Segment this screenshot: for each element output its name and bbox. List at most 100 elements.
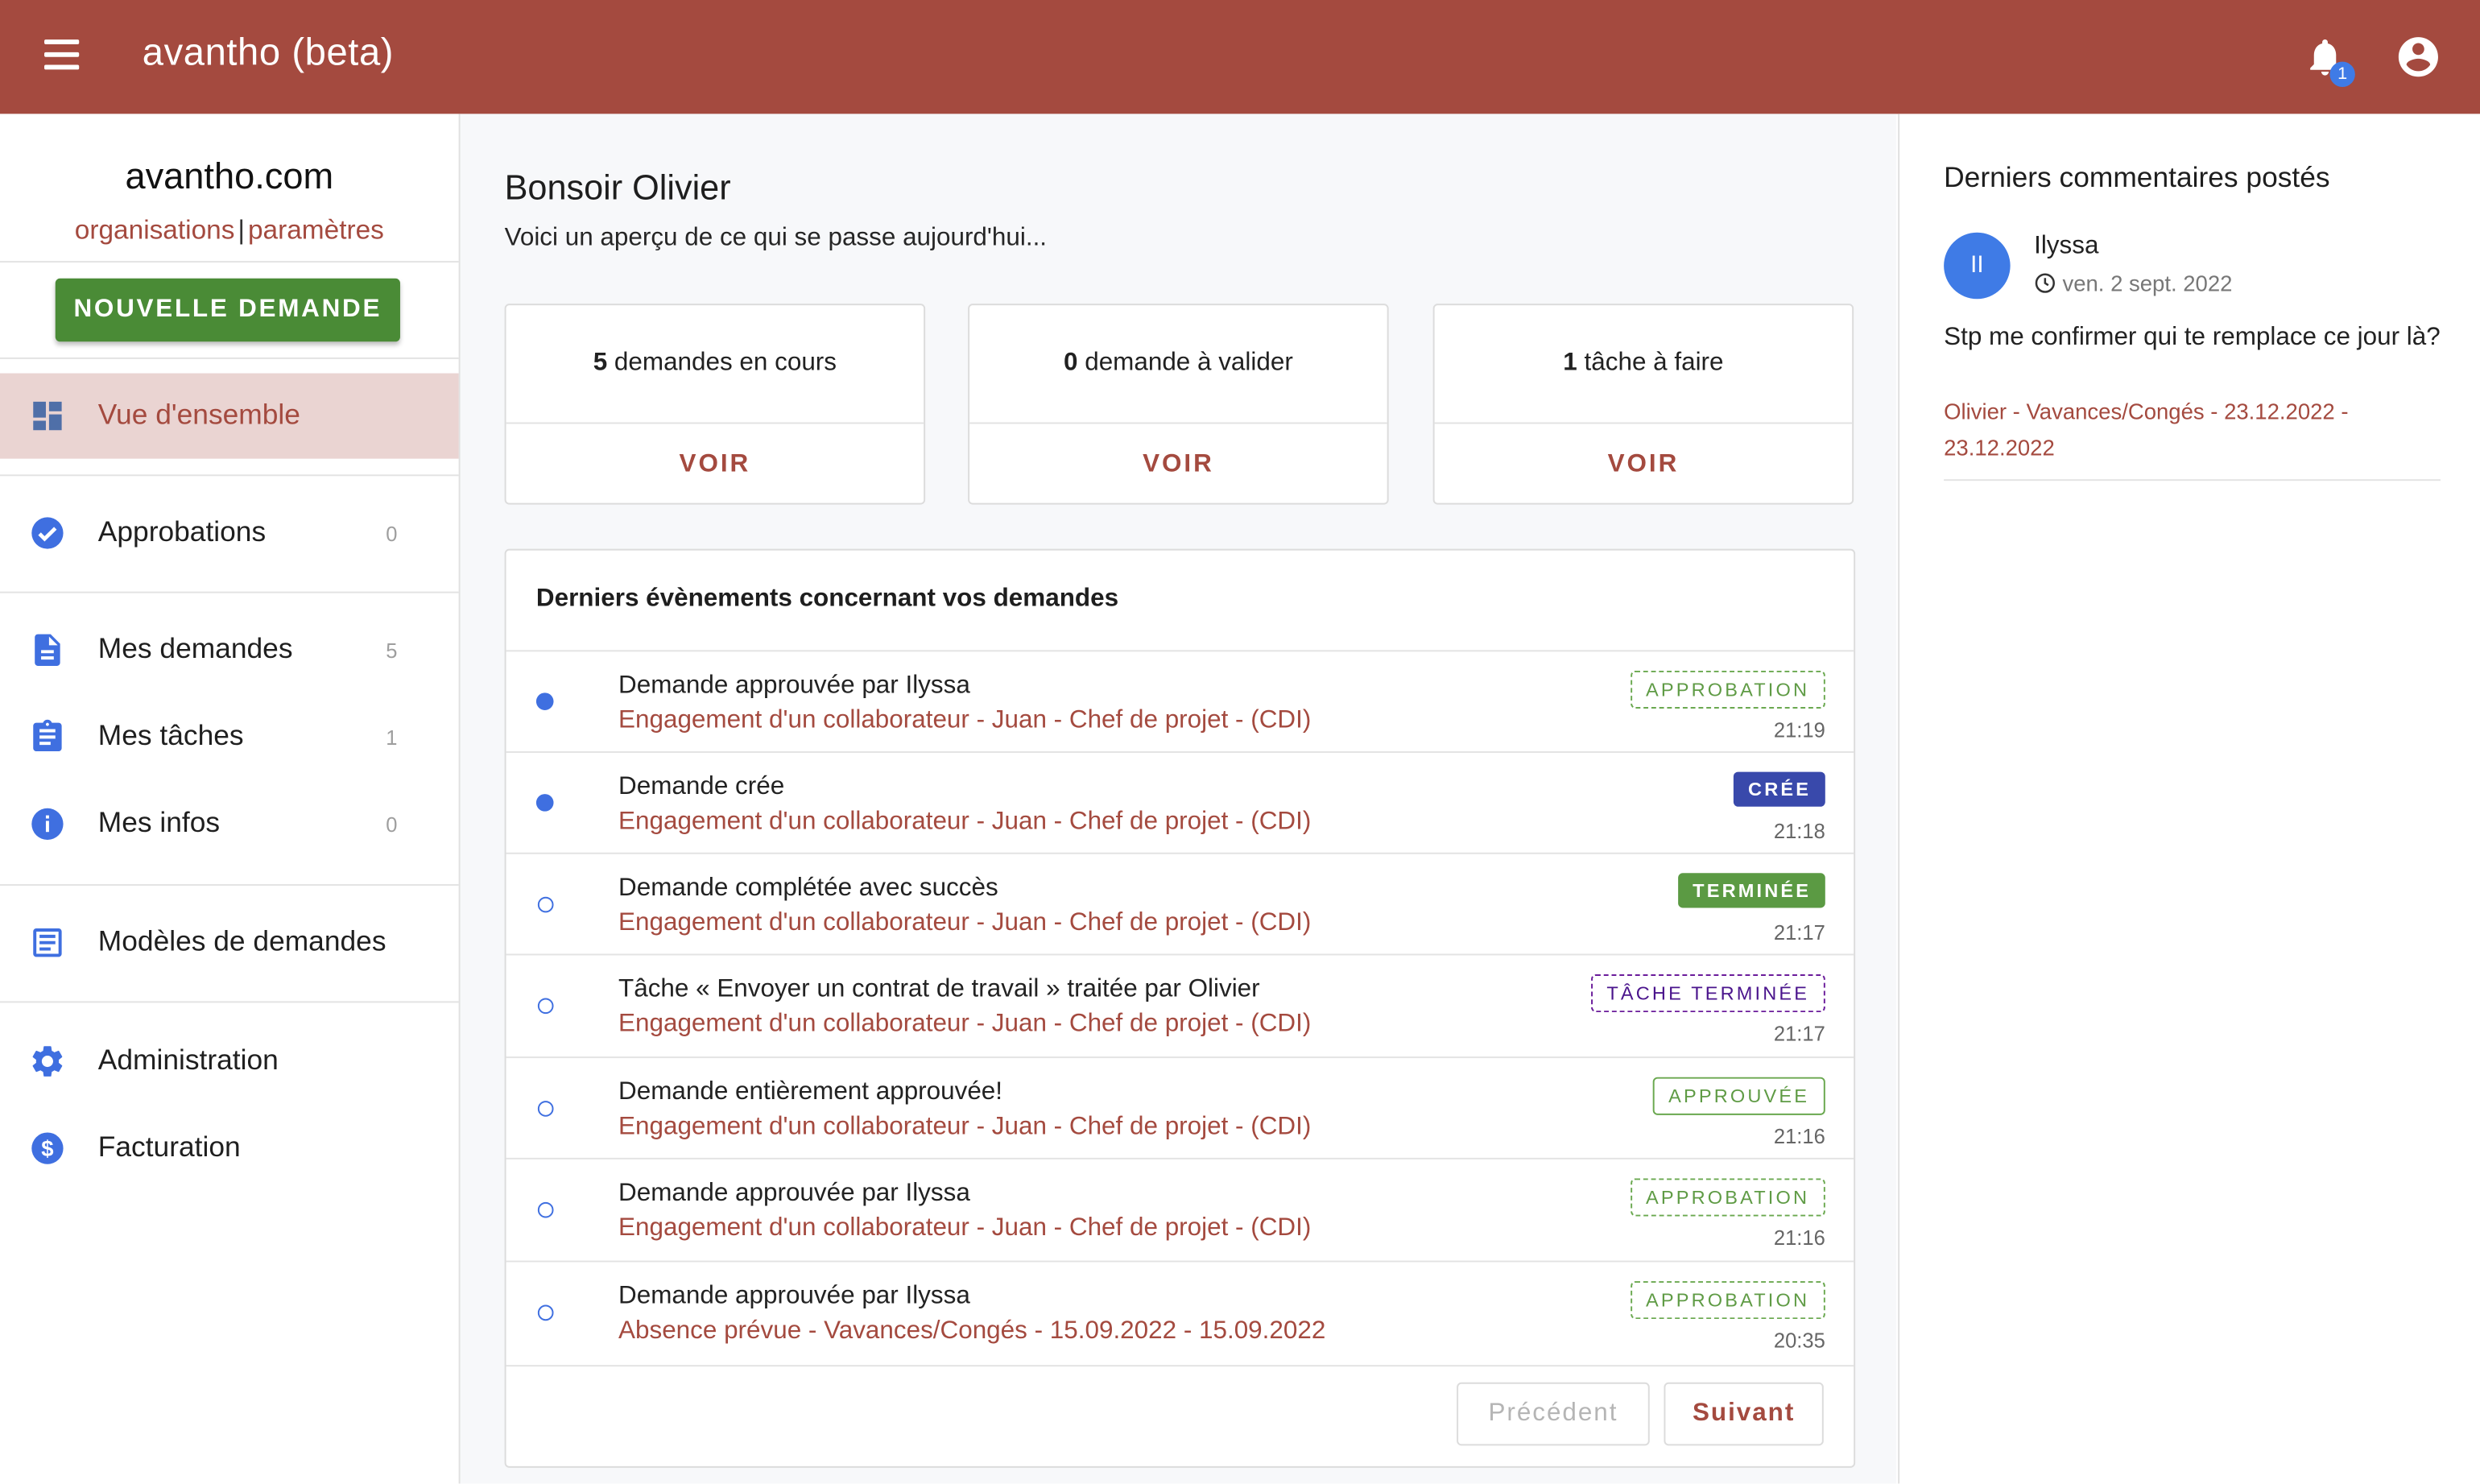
dashboard-icon (33, 401, 62, 431)
link-separator: | (238, 215, 246, 246)
event-title: Demande complétée avec succès (618, 874, 998, 902)
info-icon (31, 808, 64, 841)
event-tag: CRÉE (1734, 771, 1825, 807)
event-title: Demande approuvée par Ilyssa (618, 672, 970, 700)
clock-icon (2035, 273, 2055, 293)
sidebar-item-label: Mes demandes (97, 632, 293, 665)
clipboard-icon (33, 719, 62, 752)
event-time: 21:16 (1773, 1226, 1825, 1250)
sidebar-item-count: 5 (386, 639, 398, 663)
read-dot-icon (537, 1101, 554, 1117)
new-request-button[interactable]: NOUVELLE DEMANDE (55, 278, 400, 342)
page-title: Bonsoir Olivier (504, 167, 731, 208)
sidebar: avantho.com organisations | paramètres NOU… (0, 114, 461, 1484)
main-content: Bonsoir Olivier Voici un aperçu de ce qu… (460, 114, 1897, 1484)
event-request[interactable]: Engagement d'un collaborateur - Juan - C… (618, 1114, 1311, 1142)
event-request[interactable]: Engagement d'un collaborateur - Juan - C… (618, 707, 1311, 735)
unread-dot-icon (535, 794, 554, 812)
event-request[interactable]: Engagement d'un collaborateur - Juan - C… (618, 1215, 1311, 1243)
event-title: Tâche « Envoyer un contrat de travail » … (618, 975, 1260, 1003)
event-row[interactable]: Tâche « Envoyer un contrat de travail » … (506, 953, 1854, 1056)
read-dot-icon (537, 1201, 554, 1218)
event-time: 21:19 (1773, 717, 1825, 742)
sidebar-item-mes-infos[interactable]: Mes infos 0 (0, 781, 459, 866)
sidebar-item-label: Vue d'ensemble (97, 399, 300, 431)
sidebar-item-overview[interactable]: Vue d'ensemble (0, 373, 459, 459)
divider (0, 884, 459, 887)
comments-panel: Derniers commentaires postés II Ilyssa v… (1898, 114, 2480, 1484)
event-row[interactable]: Demande approuvée par Ilyssa Engagement … (506, 650, 1854, 753)
event-time: 20:35 (1773, 1329, 1825, 1353)
parametres-link[interactable]: paramètres (248, 215, 384, 245)
event-row[interactable]: Demande crée Engagement d'un collaborate… (506, 751, 1854, 854)
card-count: 5 (593, 349, 608, 377)
sidebar-item-label: Facturation (97, 1131, 241, 1163)
sidebar-item-label: Mes tâches (97, 719, 244, 752)
event-title: Demande crée (618, 773, 785, 800)
avatar: II (1944, 232, 2011, 300)
unread-dot-icon (535, 692, 554, 710)
divider (0, 591, 459, 593)
card-label: tâche à faire (1577, 349, 1724, 377)
org-links: organisations | paramètres (0, 215, 459, 246)
event-tag: APPROBATION (1630, 1178, 1825, 1217)
events-title: Derniers évènements concernant vos deman… (535, 585, 1119, 613)
page-subtitle: Voici un aperçu de ce qui se passe aujou… (504, 224, 1048, 252)
divider (0, 474, 459, 477)
summary-card-taches: 1 tâche à faire VOIR (1432, 304, 1854, 505)
event-tag: APPROBATION (1630, 670, 1825, 709)
event-time: 21:17 (1773, 1021, 1825, 1046)
voir-button[interactable]: VOIR (1435, 451, 1853, 479)
sidebar-item-label: Mes infos (97, 806, 221, 839)
previous-page-button[interactable]: Précédent (1457, 1382, 1650, 1446)
card-label: demandes en cours (607, 349, 837, 377)
sidebar-item-count: 0 (386, 812, 398, 837)
event-row[interactable]: Demande entièrement approuvée! Engagemen… (506, 1056, 1854, 1160)
sidebar-item-approbations[interactable]: Approbations 0 (0, 490, 459, 576)
events-panel: Derniers évènements concernant vos deman… (504, 548, 1856, 1468)
event-tag: TÂCHE TERMINÉE (1590, 974, 1825, 1013)
event-time: 21:17 (1773, 920, 1825, 945)
sidebar-item-label: Modèles de demandes (97, 925, 386, 957)
gear-icon (32, 1046, 63, 1077)
event-title: Demande approuvée par Ilyssa (618, 1180, 970, 1207)
next-page-button[interactable]: Suivant (1664, 1382, 1824, 1446)
read-dot-icon (537, 896, 554, 913)
event-row[interactable]: Demande complétée avec succès Engagement… (506, 852, 1854, 956)
event-time: 21:16 (1773, 1124, 1825, 1149)
sidebar-item-administration[interactable]: Administration (0, 1019, 459, 1104)
event-title: Demande entièrement approuvée! (618, 1078, 1003, 1106)
notification-badge: 1 (2329, 61, 2355, 88)
comment-request-link[interactable]: Olivier - Vavances/Congés - 23.12.2022 -… (1944, 394, 2418, 466)
event-request[interactable]: Engagement d'un collaborateur - Juan - C… (618, 909, 1311, 937)
comment-author: Ilyssa (2034, 232, 2099, 260)
read-dot-icon (537, 1304, 554, 1321)
sidebar-item-label: Administration (97, 1044, 279, 1076)
sidebar-item-mes-taches[interactable]: Mes tâches 1 (0, 694, 459, 779)
sidebar-item-mes-demandes[interactable]: Mes demandes 5 (0, 607, 459, 692)
sidebar-item-facturation[interactable]: $ Facturation (0, 1106, 459, 1191)
summary-card-valider: 0 demande à valider VOIR (968, 304, 1389, 505)
card-count: 1 (1563, 349, 1577, 377)
organisations-link[interactable]: organisations (75, 215, 235, 245)
check-circle-icon (31, 517, 64, 549)
comment-date: ven. 2 sept. 2022 (2062, 270, 2233, 296)
account-icon[interactable] (2395, 33, 2442, 81)
sidebar-item-modeles[interactable]: Modèles de demandes (0, 900, 459, 986)
divider (0, 261, 459, 263)
menu-icon[interactable] (35, 31, 89, 82)
app-bar: avantho (beta) 1 (0, 0, 2480, 114)
divider (0, 1001, 459, 1003)
event-request[interactable]: Engagement d'un collaborateur - Juan - C… (618, 808, 1311, 837)
event-row[interactable]: Demande approuvée par Ilyssa Engagement … (506, 1157, 1854, 1261)
event-title: Demande approuvée par Ilyssa (618, 1283, 970, 1310)
event-row[interactable]: Demande approuvée par Ilyssa Absence pré… (506, 1260, 1854, 1364)
event-request[interactable]: Engagement d'un collaborateur - Juan - C… (618, 1011, 1311, 1039)
event-request[interactable]: Absence prévue - Vavances/Congés - 15.09… (618, 1317, 1325, 1346)
comments-title: Derniers commentaires postés (1944, 161, 2330, 193)
summary-card-demandes: 5 demandes en cours VOIR (504, 304, 926, 505)
app-title: avantho (beta) (142, 31, 395, 75)
voir-button[interactable]: VOIR (506, 451, 924, 479)
voir-button[interactable]: VOIR (969, 451, 1387, 479)
event-tag: APPROUVÉE (1652, 1077, 1825, 1115)
